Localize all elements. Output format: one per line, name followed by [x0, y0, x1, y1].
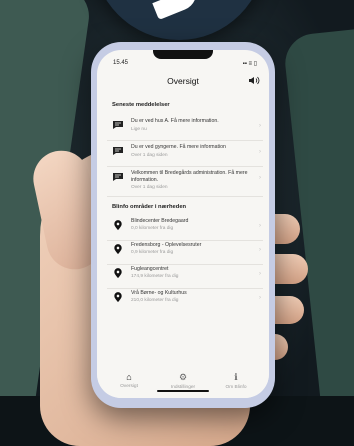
message-time: Over 1 dag siden	[131, 185, 168, 190]
area-distance: 174,9 kilometer fra dig	[131, 274, 179, 279]
messages-heading: Seneste meddelelser	[112, 102, 170, 108]
message-item[interactable]: Du er ved hus A. Få mere information. Li…	[107, 114, 263, 141]
area-item[interactable]: Blindecenter Bredegaard 0,0 kilometer fr…	[107, 214, 263, 241]
message-time: Over 1 dag siden	[131, 153, 168, 158]
location-pin-icon	[114, 244, 122, 255]
message-title: Du er ved gyngerne. Få mere information	[131, 144, 226, 150]
location-pin-icon	[114, 268, 122, 279]
message-item[interactable]: Du er ved gyngerne. Få mere information …	[107, 140, 263, 167]
home-indicator	[157, 390, 209, 392]
status-icons: ▪▪ ≡ ▯	[242, 61, 257, 67]
message-item[interactable]: Velkommen til Bredegårds administration.…	[107, 166, 263, 197]
area-distance: 0,9 kilometer fra dig	[131, 250, 174, 255]
tab-oversigt[interactable]: ⌂ Oversigt	[109, 372, 149, 389]
nav-bar: Oversigt	[97, 76, 269, 92]
area-distance: 0,0 kilometer fra dig	[131, 226, 174, 231]
area-name: Fredensborg - Oplevelsesruter	[131, 242, 202, 248]
area-item[interactable]: Fredensborg - Oplevelsesruter 0,9 kilome…	[107, 238, 263, 265]
area-name: Vrå Børne- og Kulturhus	[131, 290, 187, 296]
tab-indstillinger[interactable]: ⚙ Indstillinger	[163, 372, 203, 390]
chevron-right-icon: ›	[259, 271, 261, 277]
chevron-right-icon: ›	[259, 295, 261, 301]
tab-om-blinfo[interactable]: ℹ Om Blinfo	[216, 372, 256, 390]
chevron-right-icon: ›	[259, 223, 261, 229]
phone-screen: 15.45 ▪▪ ≡ ▯ Oversigt Seneste meddelelse…	[97, 50, 269, 398]
message-icon	[113, 173, 123, 181]
tab-label: Oversigt	[120, 384, 138, 389]
speaker-icon[interactable]	[248, 76, 260, 87]
chevron-right-icon: ›	[259, 149, 261, 155]
status-time: 15.45	[113, 60, 129, 66]
chevron-right-icon: ›	[259, 123, 261, 129]
chevron-right-icon: ›	[259, 175, 261, 181]
areas-heading: Blinfo områder i nærheden	[112, 204, 187, 210]
message-title: Velkommen til Bredegårds administration.…	[131, 170, 248, 183]
gear-icon: ⚙	[178, 372, 188, 382]
message-icon	[113, 147, 123, 155]
area-item[interactable]: Vrå Børne- og Kulturhus 210,0 kilometer …	[107, 286, 263, 312]
home-icon: ⌂	[126, 372, 132, 382]
chevron-right-icon: ›	[259, 247, 261, 253]
area-distance: 210,0 kilometer fra dig	[131, 298, 179, 303]
info-icon: ℹ	[234, 372, 238, 382]
message-icon	[113, 121, 123, 129]
area-item[interactable]: Fugleangcentret 174,9 kilometer fra dig …	[107, 262, 263, 289]
page-title: Oversigt	[167, 76, 199, 86]
area-name: Blindecenter Bredegaard	[131, 218, 189, 224]
location-pin-icon	[114, 220, 122, 231]
tab-bar: ⌂ Oversigt ⚙ Indstillinger ℹ Om Blinfo	[97, 364, 269, 398]
message-time: Lige nu	[131, 127, 147, 132]
notch	[153, 50, 213, 59]
tab-label: Om Blinfo	[225, 385, 247, 390]
area-name: Fugleangcentret	[131, 266, 169, 272]
message-title: Du er ved hus A. Få mere information.	[131, 118, 219, 124]
location-pin-icon	[114, 292, 122, 303]
photo-background: 15.45 ▪▪ ≡ ▯ Oversigt Seneste meddelelse…	[0, 0, 354, 446]
status-bar: 15.45 ▪▪ ≡ ▯	[113, 60, 257, 67]
